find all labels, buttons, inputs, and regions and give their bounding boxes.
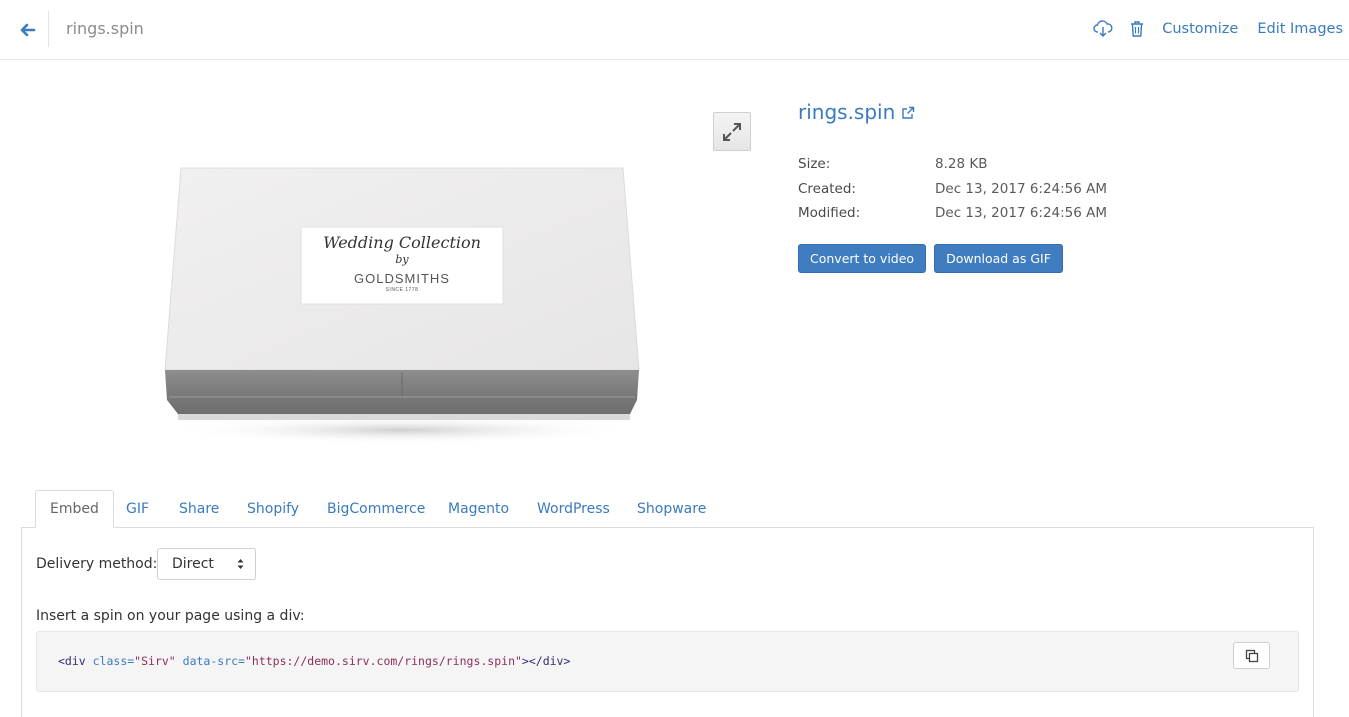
label-script: Wedding Collection xyxy=(323,233,481,252)
code-attr-src: data-src= xyxy=(182,654,245,668)
select-caret-icon xyxy=(237,559,244,569)
trash-icon[interactable] xyxy=(1126,18,1148,40)
download-gif-button[interactable]: Download as GIF xyxy=(934,244,1063,273)
header-actions: Customize Edit Images xyxy=(1092,18,1343,40)
edit-images-link[interactable]: Edit Images xyxy=(1257,21,1343,37)
copy-button[interactable] xyxy=(1233,642,1270,669)
cloud-download-icon[interactable] xyxy=(1092,18,1114,40)
label-brand: GOLDSMITHS xyxy=(354,271,450,286)
embed-code-box[interactable]: <div class="Sirv" data-src="https://demo… xyxy=(36,631,1299,692)
label-since: SINCE 1778 xyxy=(385,287,419,293)
insert-instructions: Insert a spin on your page using a div: xyxy=(36,608,305,624)
tab-embed[interactable]: Embed xyxy=(35,490,114,528)
tab-shopware[interactable]: Shopware xyxy=(637,490,706,527)
delivery-method-value: Direct xyxy=(172,556,214,572)
external-link-icon[interactable] xyxy=(901,101,915,125)
tab-share[interactable]: Share xyxy=(179,490,219,527)
code-val-src: "https://demo.sirv.com/rings/rings.spin" xyxy=(244,654,522,668)
tab-bigcommerce[interactable]: BigCommerce xyxy=(327,490,425,527)
delivery-method-select[interactable]: Direct xyxy=(157,548,256,580)
modified-label: Modified: xyxy=(798,205,861,222)
header-divider xyxy=(48,11,49,47)
tab-magento[interactable]: Magento xyxy=(448,490,509,527)
code-attr-class: class= xyxy=(92,654,135,668)
tab-shopify[interactable]: Shopify xyxy=(247,490,299,527)
code-tag-close: ></div> xyxy=(521,654,571,668)
modified-value: Dec 13, 2017 6:24:56 AM xyxy=(935,205,1108,222)
tab-wordpress[interactable]: WordPress xyxy=(537,490,610,527)
customize-link[interactable]: Customize xyxy=(1162,21,1238,37)
modified-row: Modified: Dec 13, 2017 6:24:56 AM xyxy=(798,201,1107,226)
size-label: Size: xyxy=(798,156,831,173)
file-title[interactable]: rings.spin xyxy=(798,100,915,125)
back-arrow-icon[interactable] xyxy=(18,20,40,40)
file-actions: Convert to video Download as GIF xyxy=(798,244,1063,273)
file-title-text[interactable]: rings.spin xyxy=(798,100,895,124)
copy-icon xyxy=(1245,649,1258,662)
embed-code[interactable]: <div class="Sirv" data-src="https://demo… xyxy=(58,654,570,668)
breadcrumb: rings.spin xyxy=(66,19,144,38)
expand-icon xyxy=(723,122,741,141)
code-val-class: "Sirv" xyxy=(134,654,176,668)
convert-to-video-button[interactable]: Convert to video xyxy=(798,244,927,273)
file-metadata: Size: 8.28 KB Created: Dec 13, 2017 6:24… xyxy=(798,152,1107,226)
size-value: 8.28 KB xyxy=(935,156,988,173)
size-row: Size: 8.28 KB xyxy=(798,152,1107,177)
created-label: Created: xyxy=(798,180,856,197)
code-tag-open: <div xyxy=(58,654,93,668)
integration-tabs: Embed GIF Share Shopify BigCommerce Mage… xyxy=(21,490,1314,528)
created-value: Dec 13, 2017 6:24:56 AM xyxy=(935,180,1108,197)
label-by: by xyxy=(395,253,409,266)
created-row: Created: Dec 13, 2017 6:24:56 AM xyxy=(798,177,1107,202)
spin-preview[interactable]: Wedding Collection by GOLDSMITHS SINCE 1… xyxy=(150,150,660,455)
fullscreen-button[interactable] xyxy=(713,112,751,151)
delivery-method-label: Delivery method: xyxy=(36,556,158,572)
top-bar: rings.spin Customize Edit Images xyxy=(0,0,1349,60)
tab-gif[interactable]: GIF xyxy=(126,490,149,527)
